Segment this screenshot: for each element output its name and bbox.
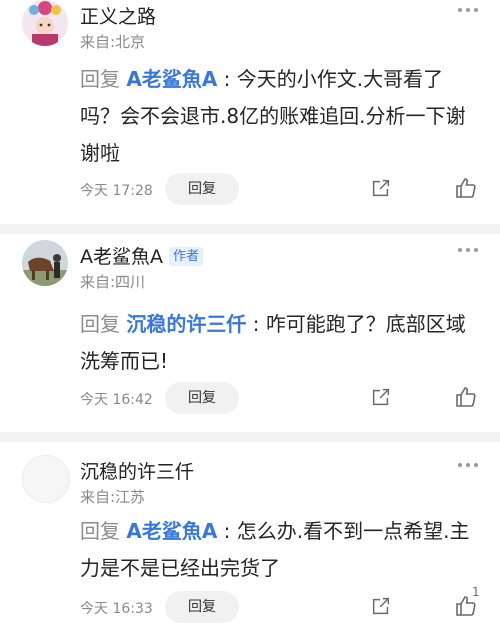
share-icon[interactable] — [370, 386, 392, 408]
username[interactable]: 正义之路 — [80, 2, 156, 29]
colon: : — [217, 67, 237, 91]
reply-prefix: 回复 — [80, 312, 120, 336]
comment-text: 回复 A老鲨魚A : 今天的小作文.大哥看了吗？会不会退市.8亿的账难追回.分析… — [80, 61, 480, 172]
share-icon[interactable] — [370, 177, 392, 199]
avatar[interactable] — [22, 455, 70, 503]
timestamp: 今天 16:33 — [80, 601, 153, 617]
avatar[interactable] — [22, 0, 68, 46]
comment-actions: 今天 16:42 回复 — [80, 382, 480, 416]
reply-button[interactable]: 回复 — [165, 382, 239, 414]
username-text[interactable]: A老鲨魚A — [80, 246, 163, 268]
more-options-icon[interactable] — [458, 463, 478, 469]
like-count: 1 — [472, 585, 480, 599]
author-badge: 作者 — [169, 247, 204, 266]
reply-prefix: 回复 — [80, 519, 120, 543]
avatar[interactable] — [22, 240, 68, 286]
reply-button[interactable]: 回复 — [165, 591, 239, 623]
colon: : — [246, 312, 266, 336]
location-label: 来自:北京 — [80, 33, 146, 51]
comment-actions: 今天 17:28 回复 — [80, 173, 480, 207]
divider — [0, 432, 500, 442]
mention-link[interactable]: 沉稳的许三仟 — [126, 312, 246, 336]
comment-text: 回复 A老鲨魚A : 怎么办.看不到一点希望.主力是不是已经出完货了 — [80, 513, 480, 587]
more-options-icon[interactable] — [458, 248, 478, 254]
reply-button[interactable]: 回复 — [165, 173, 239, 205]
username[interactable]: 沉稳的许三仟 — [80, 457, 194, 484]
timestamp: 今天 17:28 — [80, 183, 153, 199]
location-label: 来自:江苏 — [80, 488, 146, 506]
mention-link[interactable]: A老鲨魚A — [126, 519, 217, 543]
comment-text: 回复 沉稳的许三仟 : 咋可能跑了？底部区域洗筹而已! — [80, 306, 480, 380]
reply-prefix: 回复 — [80, 67, 120, 91]
thumbs-up-icon[interactable] — [454, 385, 478, 409]
location-label: 来自:四川 — [80, 273, 146, 291]
comment-actions: 今天 16:33 回复 1 — [80, 585, 480, 625]
more-options-icon[interactable] — [458, 8, 478, 14]
thumbs-up-icon[interactable] — [454, 176, 478, 200]
username[interactable]: A老鲨魚A 作者 — [80, 242, 204, 269]
divider — [0, 224, 500, 234]
colon: : — [217, 519, 237, 543]
timestamp: 今天 16:42 — [80, 392, 153, 408]
mention-link[interactable]: A老鲨魚A — [126, 67, 217, 91]
share-icon[interactable] — [370, 595, 392, 617]
